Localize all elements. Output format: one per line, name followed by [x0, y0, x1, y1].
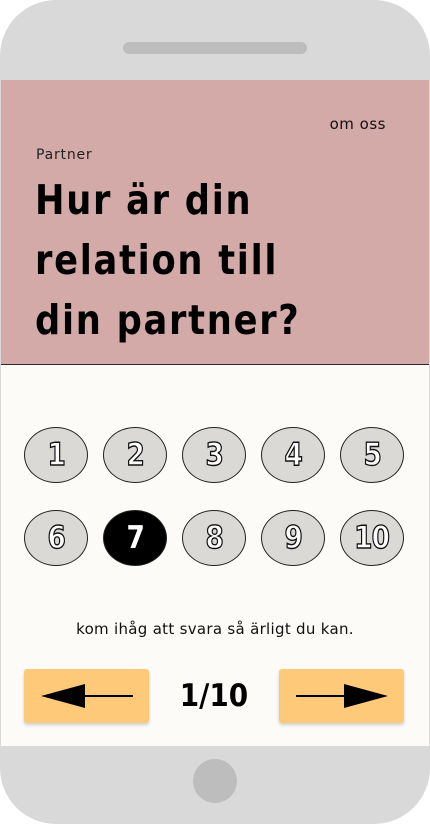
- phone-frame: om oss Partner Hur är din relation till …: [0, 0, 430, 824]
- home-button[interactable]: [193, 759, 237, 803]
- rating-option-8[interactable]: 8: [182, 510, 246, 566]
- rating-scale: 1 2 3 4 5 6 7 8 9 10: [24, 427, 408, 566]
- rating-option-7[interactable]: 7: [103, 510, 167, 566]
- rating-option-1[interactable]: 1: [24, 427, 88, 483]
- rating-option-label: 2: [126, 436, 145, 473]
- rating-option-2[interactable]: 2: [103, 427, 167, 483]
- rating-option-label: 9: [284, 519, 303, 556]
- rating-option-label: 3: [205, 436, 224, 473]
- rating-option-5[interactable]: 5: [340, 427, 404, 483]
- rating-option-label: 1: [47, 436, 66, 473]
- rating-option-6[interactable]: 6: [24, 510, 88, 566]
- rating-option-10[interactable]: 10: [340, 510, 404, 566]
- question-header: om oss Partner Hur är din relation till …: [1, 80, 429, 365]
- speaker-grille: [123, 42, 307, 54]
- rating-option-3[interactable]: 3: [182, 427, 246, 483]
- question-progress: 1/10: [179, 678, 249, 714]
- rating-option-4[interactable]: 4: [261, 427, 325, 483]
- arrow-left-icon: [40, 684, 133, 708]
- previous-question-button[interactable]: [24, 669, 149, 723]
- question-category: Partner: [36, 147, 93, 163]
- arrow-right-icon: [295, 684, 388, 708]
- rating-option-label: 5: [363, 436, 382, 473]
- rating-option-label: 4: [284, 436, 303, 473]
- honesty-hint: kom ihåg att svara så ärligt du kan.: [76, 620, 354, 638]
- rating-option-label: 6: [47, 519, 66, 556]
- rating-option-label: 7: [126, 520, 144, 556]
- rating-option-label: 10: [354, 519, 391, 556]
- about-us-link[interactable]: om oss: [330, 115, 386, 133]
- rating-option-9[interactable]: 9: [261, 510, 325, 566]
- app-screen: om oss Partner Hur är din relation till …: [1, 80, 429, 746]
- next-question-button[interactable]: [279, 669, 404, 723]
- rating-option-label: 8: [205, 519, 224, 556]
- question-title: Hur är din relation till din partner?: [35, 176, 301, 344]
